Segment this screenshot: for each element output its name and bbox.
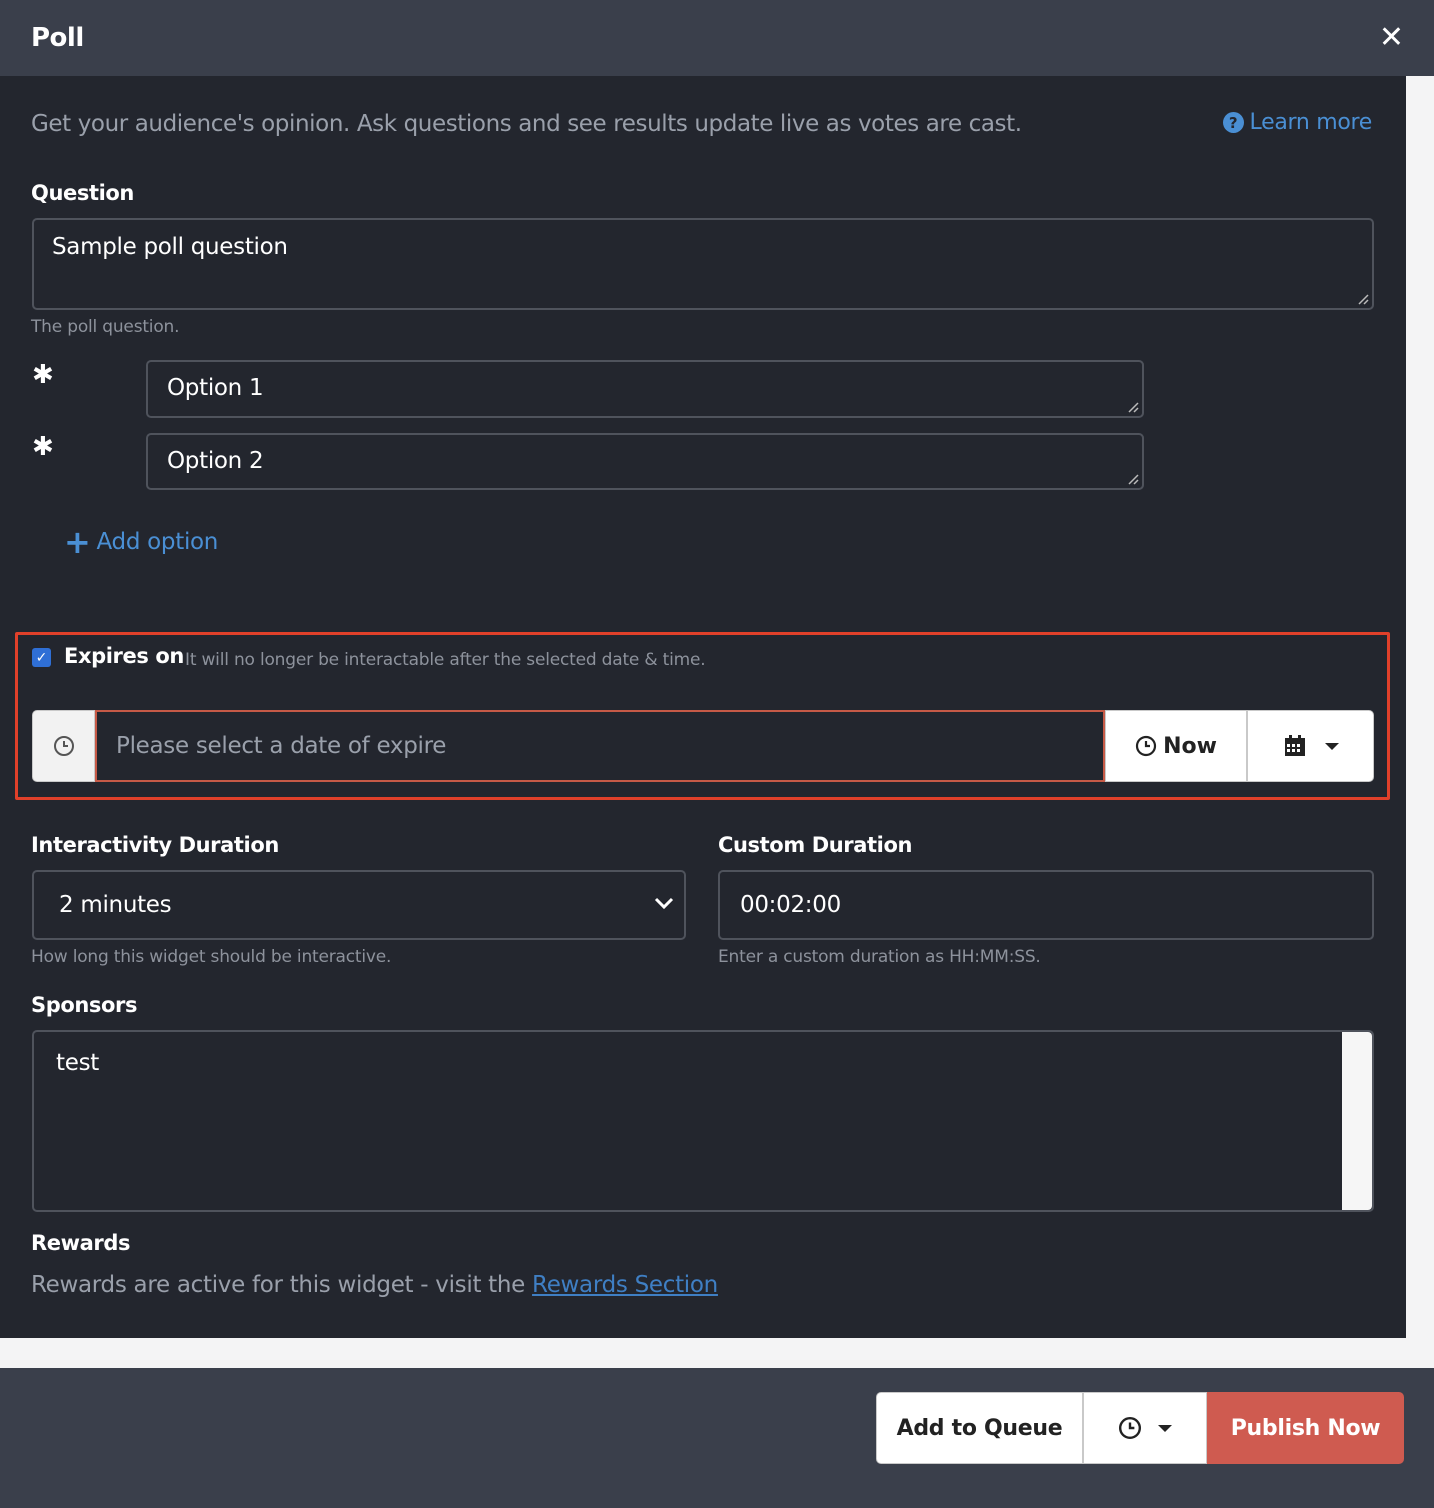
add-option-label: Add option [96, 529, 219, 555]
question-value: Sample poll question [52, 234, 288, 260]
question-label: Question [31, 181, 134, 205]
publish-button-group: Add to Queue Publish Now [876, 1392, 1404, 1464]
rewards-description: Rewards are active for this widget - vis… [31, 1272, 533, 1298]
add-option-button[interactable]: + Add option [64, 526, 218, 558]
expire-date-input[interactable]: Please select a date of expire [95, 710, 1105, 782]
custom-duration-value: 00:02:00 [740, 892, 841, 918]
plus-icon: + [64, 523, 91, 561]
publish-now-button[interactable]: Publish Now [1207, 1392, 1404, 1464]
expires-checkbox[interactable]: ✓ [32, 648, 51, 667]
question-help: The poll question. [31, 317, 180, 337]
chevron-down-icon [654, 897, 674, 910]
rewards-text: Rewards are active for this widget - vis… [31, 1272, 718, 1298]
interactivity-select[interactable]: 2 minutes [32, 870, 686, 940]
help-circle-icon: ? [1222, 112, 1244, 133]
question-textarea[interactable]: Sample poll question [32, 218, 1374, 310]
poll-modal: Poll ✕ Get your audience's opinion. Ask … [0, 0, 1434, 1508]
caret-down-icon [1324, 742, 1339, 750]
option-1-value: Option 1 [167, 375, 264, 401]
resize-grip-icon[interactable] [1357, 293, 1369, 305]
clock-icon [1135, 735, 1157, 757]
custom-duration-label: Custom Duration [718, 833, 913, 857]
resize-grip-icon[interactable] [1127, 401, 1139, 413]
schedule-dropdown-button[interactable] [1083, 1392, 1207, 1464]
sponsors-value: test [56, 1050, 99, 1076]
caret-down-icon [1158, 1424, 1172, 1432]
rewards-section-link[interactable]: Rewards Section [532, 1272, 718, 1298]
rewards-label: Rewards [31, 1231, 131, 1255]
modal-header: Poll ✕ [0, 0, 1434, 76]
calendar-dropdown-button[interactable] [1247, 710, 1374, 782]
now-label: Now [1163, 733, 1217, 759]
now-button[interactable]: Now [1105, 710, 1247, 782]
expires-help: It will no longer be interactable after … [185, 650, 706, 670]
clock-icon [1118, 1416, 1142, 1440]
option-input-1[interactable]: Option 1 [146, 360, 1144, 418]
interactivity-selected: 2 minutes [59, 892, 172, 918]
custom-duration-input[interactable]: 00:02:00 [718, 870, 1374, 940]
sponsors-label: Sponsors [31, 993, 138, 1017]
expire-date-picker: Please select a date of expire Now [32, 710, 1374, 782]
sponsors-scrollbar[interactable] [1342, 1032, 1372, 1210]
option-2-value: Option 2 [167, 448, 264, 474]
required-asterisk-icon: ✱ [32, 360, 54, 390]
add-to-queue-button[interactable]: Add to Queue [876, 1392, 1083, 1464]
modal-title: Poll [31, 23, 84, 53]
learn-more-link[interactable]: ? Learn more [1222, 110, 1373, 135]
required-asterisk-icon: ✱ [32, 432, 54, 462]
resize-grip-icon[interactable] [1127, 473, 1139, 485]
scroll-gutter [1406, 76, 1434, 1368]
option-input-2[interactable]: Option 2 [146, 433, 1144, 490]
interactivity-help: How long this widget should be interacti… [31, 947, 392, 967]
learn-more-label: Learn more [1249, 110, 1373, 135]
interactivity-label: Interactivity Duration [31, 833, 279, 857]
clock-addon [32, 710, 95, 782]
body-footer-gap [0, 1338, 1406, 1368]
expires-label: Expires on [64, 644, 184, 668]
close-icon[interactable]: ✕ [1379, 23, 1404, 53]
calendar-icon [1284, 735, 1305, 756]
intro-text: Get your audience's opinion. Ask questio… [31, 111, 1022, 137]
clock-icon [53, 736, 74, 756]
sponsors-select[interactable]: test [32, 1030, 1374, 1212]
custom-duration-help: Enter a custom duration as HH:MM:SS. [718, 947, 1041, 967]
